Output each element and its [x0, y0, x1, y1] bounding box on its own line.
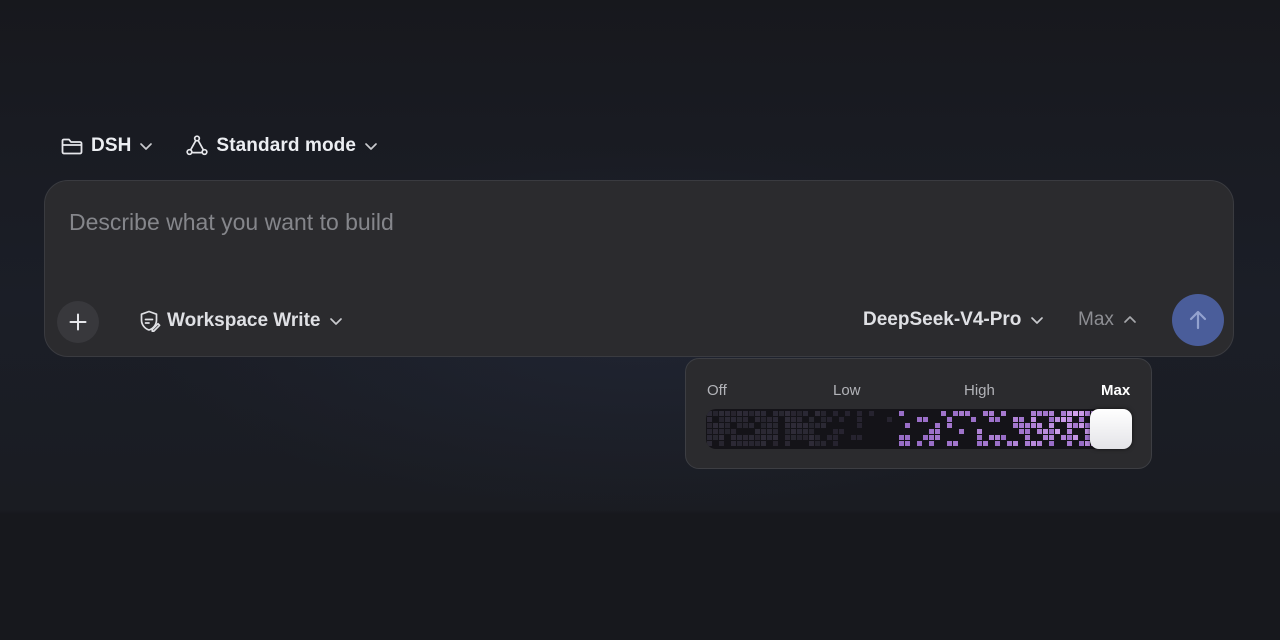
shield-pen-icon — [137, 309, 161, 333]
arrow-up-icon — [1186, 308, 1210, 332]
permission-selector[interactable]: Workspace Write — [137, 309, 343, 333]
effort-slider-thumb[interactable] — [1090, 409, 1132, 449]
chevron-down-icon — [364, 141, 378, 151]
folder-label: DSH — [91, 135, 132, 156]
effort-popover: Off Low High Max — [685, 358, 1152, 469]
plus-icon — [68, 312, 88, 332]
chevron-down-icon — [329, 316, 343, 326]
folder-selector[interactable]: DSH — [60, 135, 153, 157]
mode-nodes-icon — [185, 134, 209, 158]
chevron-up-icon — [1123, 315, 1137, 325]
add-attachment-button[interactable] — [57, 301, 99, 343]
mode-label: Standard mode — [216, 135, 357, 156]
folder-icon — [60, 135, 84, 157]
effort-level-off[interactable]: Off — [707, 382, 727, 399]
chevron-down-icon — [139, 141, 153, 151]
effort-pixel-pattern — [707, 411, 1126, 446]
prompt-input[interactable] — [69, 207, 1169, 237]
effort-slider-track[interactable] — [706, 409, 1132, 449]
effort-level-high[interactable]: High — [964, 382, 995, 399]
chevron-down-icon — [1030, 315, 1044, 325]
composer-toolbar-top: DSH Standard mode — [60, 131, 378, 161]
app-page: DSH Standard mode Describe what you want… — [0, 0, 1280, 640]
permission-label: Workspace Write — [167, 310, 321, 331]
effort-selector[interactable]: Max — [1078, 309, 1137, 331]
prompt-composer: Workspace Write DeepSeek-V4-Pro Max — [44, 180, 1234, 357]
model-label: DeepSeek-V4-Pro — [863, 309, 1022, 330]
model-selector[interactable]: DeepSeek-V4-Pro — [863, 309, 1044, 331]
send-button[interactable] — [1172, 294, 1224, 346]
mode-selector[interactable]: Standard mode — [185, 134, 378, 158]
effort-level-max[interactable]: Max — [1101, 382, 1130, 399]
effort-label: Max — [1078, 309, 1114, 330]
effort-level-low[interactable]: Low — [833, 382, 861, 399]
effort-slider-fill — [707, 411, 1126, 446]
